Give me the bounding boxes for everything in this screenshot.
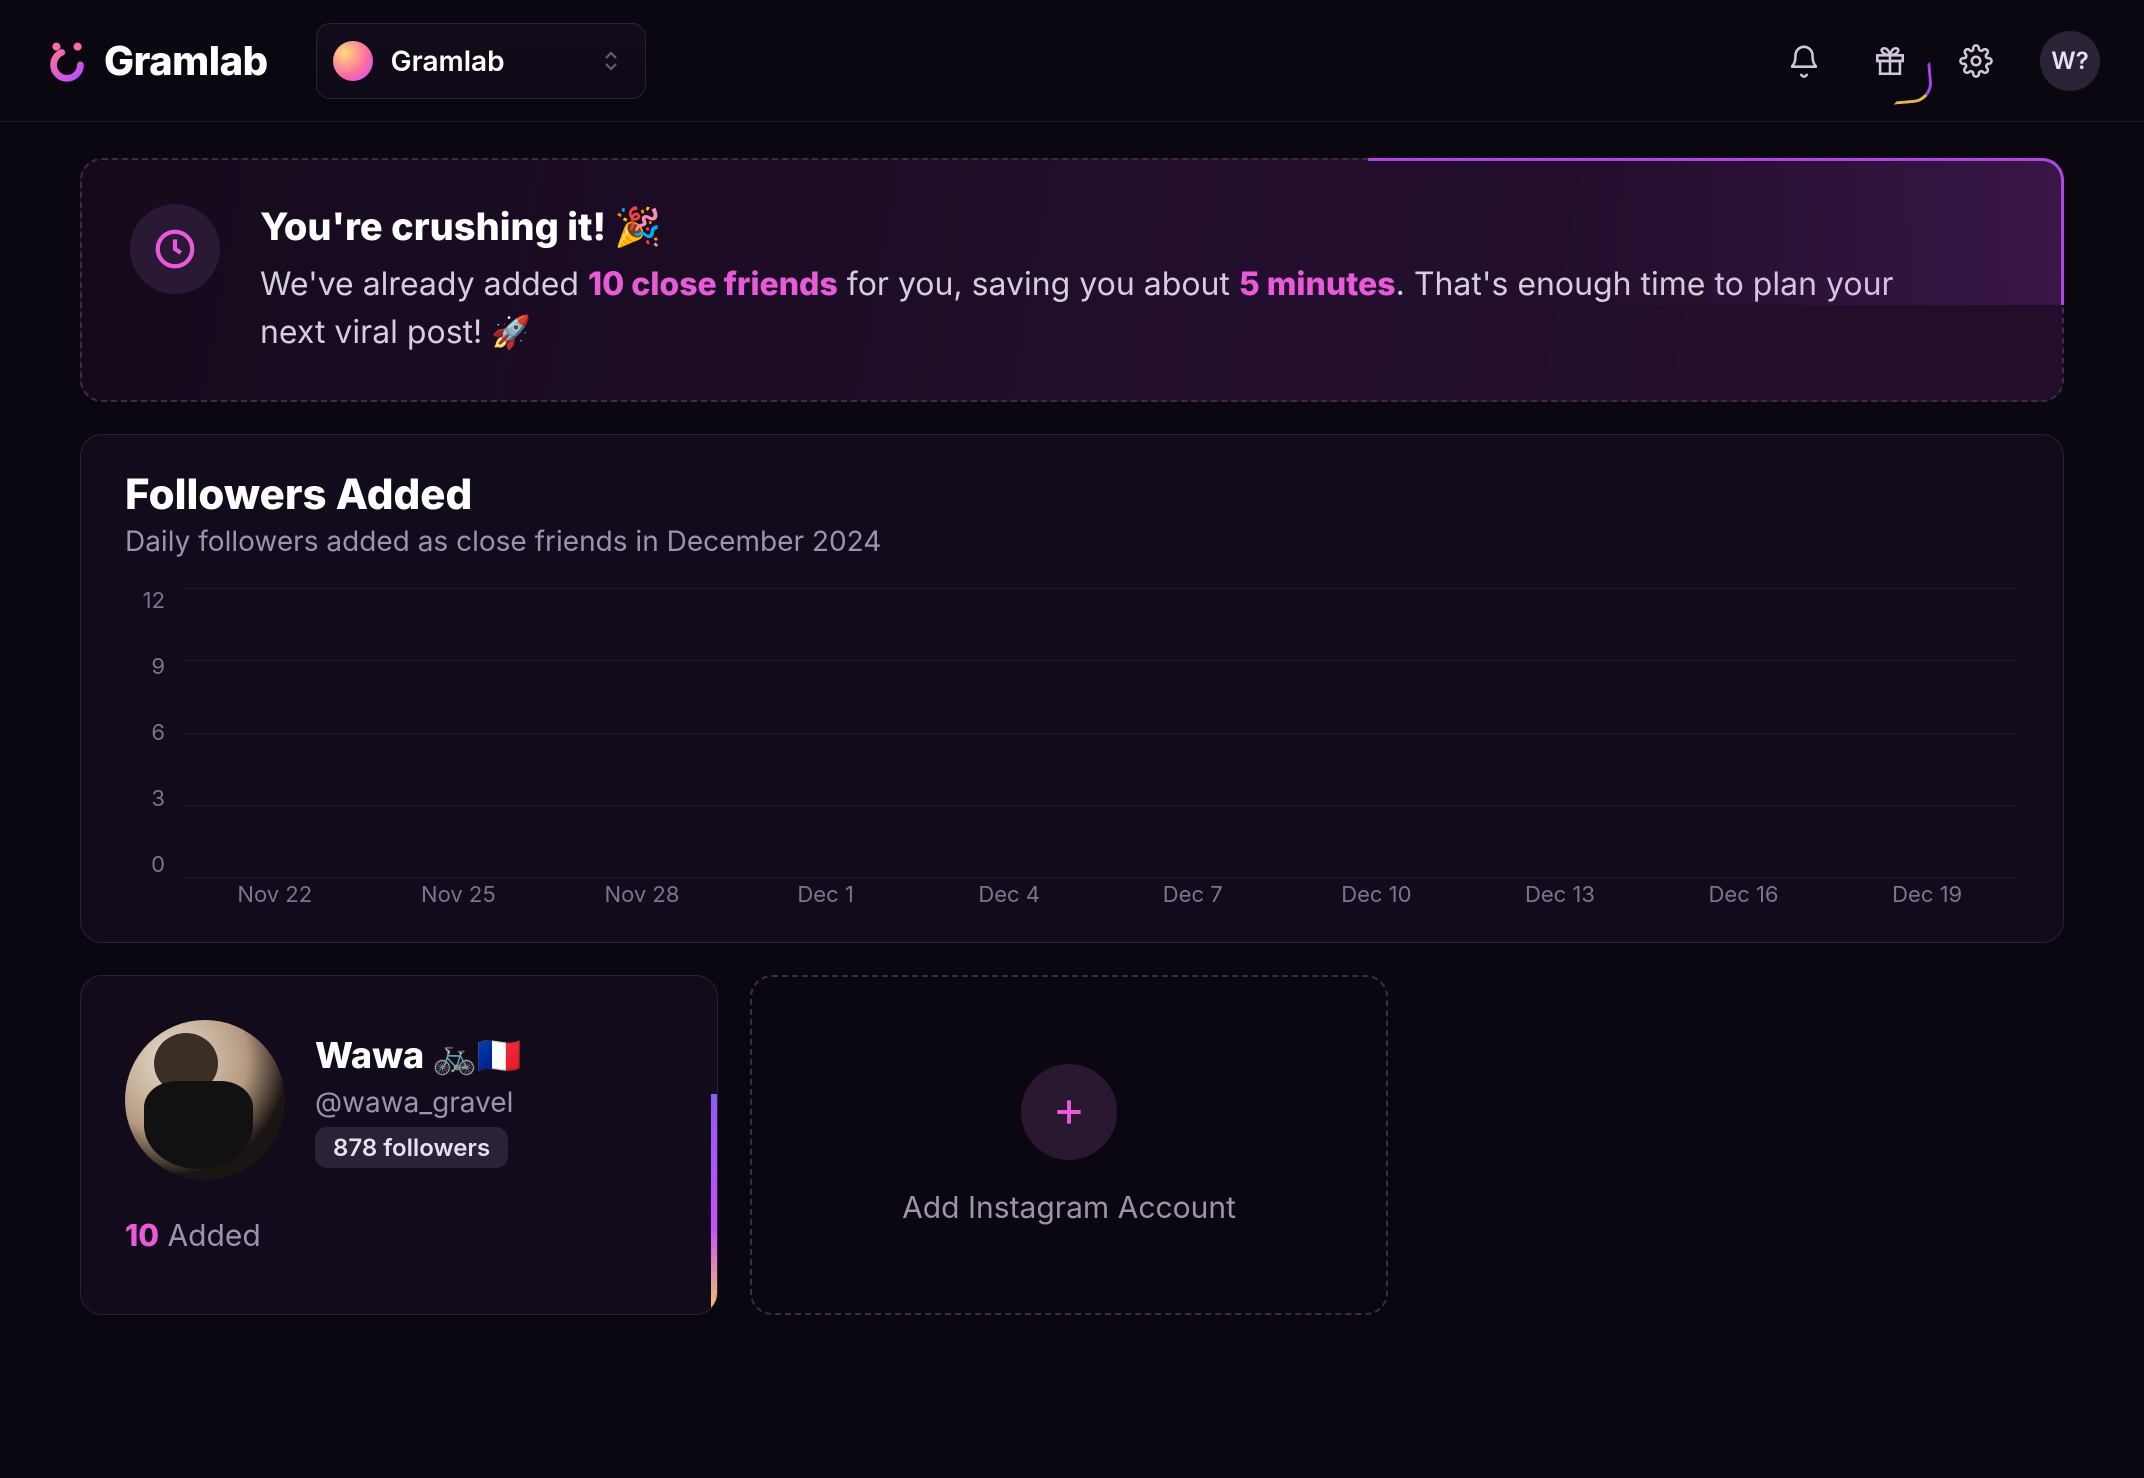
y-tick: 0 bbox=[151, 852, 165, 878]
chart-subtitle: Daily followers added as close friends i… bbox=[125, 524, 2019, 558]
y-tick: 3 bbox=[151, 786, 165, 812]
notifications-button[interactable] bbox=[1782, 39, 1826, 83]
workspace-avatar bbox=[333, 41, 373, 81]
chart-area: 12 9 6 3 0 Nov 22Nov 25Nov 28Dec 1Dec 4Dec 7… bbox=[125, 588, 2019, 918]
banner-text: You're crushing it! 🎉 We've already adde… bbox=[260, 204, 1940, 356]
settings-button[interactable] bbox=[1954, 39, 1998, 83]
clock-icon bbox=[152, 226, 198, 272]
y-tick: 9 bbox=[151, 654, 165, 680]
followers-chart-card: Followers Added Daily followers added as… bbox=[80, 434, 2064, 943]
gear-icon bbox=[1959, 44, 1993, 78]
y-tick: 12 bbox=[143, 588, 165, 614]
account-added-stat: 10 Added bbox=[125, 1218, 673, 1254]
workspace-name: Gramlab bbox=[391, 44, 581, 78]
add-account-label: Add Instagram Account bbox=[902, 1190, 1236, 1226]
bell-icon bbox=[1787, 44, 1821, 78]
account-avatar bbox=[125, 1020, 285, 1180]
banner-count: 10 close friends bbox=[588, 264, 838, 303]
followers-badge: 878 followers bbox=[315, 1127, 508, 1168]
added-label: Added bbox=[167, 1218, 260, 1254]
chart-plot: Nov 22Nov 25Nov 28Dec 1Dec 4Dec 7Dec 10D… bbox=[183, 588, 2019, 918]
banner-icon-wrap bbox=[130, 204, 220, 294]
accounts-row: Wawa 🚲🇫🇷 @wawa_gravel 878 followers 10 A… bbox=[80, 975, 2064, 1315]
avatar-initials: W? bbox=[2051, 46, 2089, 75]
user-avatar[interactable]: W? bbox=[2040, 31, 2100, 91]
account-header: Wawa 🚲🇫🇷 @wawa_gravel 878 followers bbox=[125, 1020, 673, 1180]
banner-title: You're crushing it! 🎉 bbox=[260, 204, 1940, 250]
main-content: You're crushing it! 🎉 We've already adde… bbox=[0, 122, 2144, 1315]
x-tick: Dec 4 bbox=[917, 882, 1101, 918]
chart-y-axis: 12 9 6 3 0 bbox=[125, 588, 165, 918]
x-tick: Dec 7 bbox=[1101, 882, 1285, 918]
chart-title: Followers Added bbox=[125, 469, 2019, 520]
add-circle bbox=[1021, 1064, 1117, 1160]
x-tick: Dec 13 bbox=[1468, 882, 1652, 918]
brand-name: Gramlab bbox=[104, 36, 268, 85]
workspace-switcher[interactable]: Gramlab bbox=[316, 23, 646, 99]
added-count: 10 bbox=[125, 1218, 159, 1254]
header-actions: W? bbox=[1782, 31, 2100, 91]
chevrons-up-down-icon bbox=[599, 49, 623, 73]
plus-icon bbox=[1049, 1092, 1089, 1132]
banner-time: 5 minutes bbox=[1239, 264, 1396, 303]
add-instagram-account-button[interactable]: Add Instagram Account bbox=[750, 975, 1388, 1315]
brand-logo[interactable]: Gramlab bbox=[44, 36, 268, 85]
x-tick: Dec 1 bbox=[734, 882, 918, 918]
account-display-name: Wawa 🚲🇫🇷 bbox=[315, 1033, 522, 1077]
banner-body: We've already added 10 close friends for… bbox=[260, 260, 1940, 356]
x-tick: Nov 22 bbox=[183, 882, 367, 918]
x-tick: Dec 10 bbox=[1285, 882, 1469, 918]
x-tick: Nov 25 bbox=[367, 882, 551, 918]
rewards-button[interactable] bbox=[1868, 39, 1912, 83]
instagram-account-card[interactable]: Wawa 🚲🇫🇷 @wawa_gravel 878 followers 10 A… bbox=[80, 975, 718, 1315]
account-handle: @wawa_gravel bbox=[315, 1085, 522, 1119]
progress-banner: You're crushing it! 🎉 We've already adde… bbox=[80, 158, 2064, 402]
chart-bars bbox=[183, 588, 2019, 878]
account-info: Wawa 🚲🇫🇷 @wawa_gravel 878 followers bbox=[315, 1033, 522, 1168]
x-tick: Dec 16 bbox=[1652, 882, 1836, 918]
x-tick: Dec 19 bbox=[1835, 882, 2019, 918]
app-header: Gramlab Gramlab W? bbox=[0, 0, 2144, 122]
y-tick: 6 bbox=[151, 720, 165, 746]
x-tick: Nov 28 bbox=[550, 882, 734, 918]
brand-mark-icon bbox=[44, 38, 90, 84]
chart-x-axis: Nov 22Nov 25Nov 28Dec 1Dec 4Dec 7Dec 10D… bbox=[183, 882, 2019, 918]
